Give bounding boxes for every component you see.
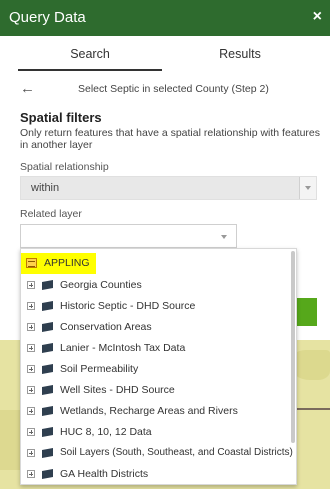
dropdown-scrollbar[interactable] [291, 251, 295, 443]
apply-button[interactable] [295, 298, 317, 326]
related-layer-dropdown: APPLING Georgia Counties Historic Septic… [20, 248, 297, 485]
layer-icon [42, 301, 53, 311]
dropdown-item[interactable]: Conservation Areas [21, 317, 289, 338]
layer-icon [42, 322, 53, 332]
map-road [293, 408, 330, 410]
dropdown-item-label: Georgia Counties [60, 279, 142, 291]
spatial-relationship-label: Spatial relationship [20, 161, 109, 173]
expand-icon[interactable] [27, 302, 35, 310]
dropdown-item-selected[interactable]: APPLING [21, 253, 96, 274]
chevron-down-icon[interactable] [299, 177, 316, 199]
expand-icon[interactable] [27, 407, 35, 415]
dropdown-item[interactable]: GA Health Districts [21, 464, 289, 484]
layer-icon [42, 406, 53, 416]
layer-icon [42, 280, 53, 290]
spatial-filters-description: Only return features that have a spatial… [20, 127, 320, 151]
tab-search[interactable]: Search [18, 47, 162, 71]
dropdown-item-label: Wetlands, Recharge Areas and Rivers [60, 405, 238, 417]
expand-icon[interactable] [27, 365, 35, 373]
dropdown-item[interactable]: Well Sites - DHD Source [21, 380, 289, 401]
dropdown-item-label: HUC 8, 10, 12 Data [60, 426, 152, 438]
expand-icon[interactable] [27, 428, 35, 436]
tab-results[interactable]: Results [168, 47, 312, 71]
related-layer-label: Related layer [20, 208, 82, 220]
expand-icon[interactable] [27, 281, 35, 289]
spatial-relationship-value: within [31, 182, 60, 194]
layer-icon [42, 427, 53, 437]
layer-icon [42, 343, 53, 353]
chevron-down-icon[interactable] [221, 235, 227, 239]
expand-icon[interactable] [27, 323, 35, 331]
layer-icon [42, 385, 53, 395]
layer-icon [42, 469, 53, 479]
dropdown-item-label: APPLING [44, 257, 90, 269]
layer-icon [42, 448, 53, 458]
expand-icon[interactable] [27, 344, 35, 352]
step-label: Select Septic in selected County (Step 2… [78, 83, 269, 95]
dropdown-item[interactable]: HUC 8, 10, 12 Data [21, 422, 289, 443]
dropdown-item[interactable]: Historic Septic - DHD Source [21, 296, 289, 317]
expand-icon[interactable] [27, 449, 35, 457]
dropdown-item[interactable]: Wetlands, Recharge Areas and Rivers [21, 401, 289, 422]
tab-bar: Search Results [0, 47, 330, 71]
layer-icon [42, 364, 53, 374]
dropdown-item-label: Soil Permeability [60, 363, 139, 375]
panel-header: Query Data × [0, 0, 330, 36]
panel-title: Query Data [9, 9, 86, 26]
back-arrow-icon[interactable]: ← [20, 80, 35, 97]
step-row: ← Select Septic in selected County (Step… [0, 80, 330, 100]
expand-icon[interactable] [27, 386, 35, 394]
dropdown-item[interactable]: Lanier - McIntosh Tax Data [21, 338, 289, 359]
dropdown-item-label: Well Sites - DHD Source [60, 384, 175, 396]
dropdown-item-label: Soil Layers (South, Southeast, and Coast… [60, 447, 293, 458]
dropdown-item-label: Conservation Areas [60, 321, 152, 333]
dropdown-item[interactable]: Soil Permeability [21, 359, 289, 380]
dropdown-item-label: GA Health Districts [60, 468, 149, 480]
dropdown-item[interactable]: Georgia Counties [21, 275, 289, 296]
dropdown-item-label: Lanier - McIntosh Tax Data [60, 342, 186, 354]
spatial-filters-title: Spatial filters [20, 110, 102, 125]
dropdown-item-label: Historic Septic - DHD Source [60, 300, 196, 312]
expand-icon[interactable] [27, 470, 35, 478]
related-layer-select[interactable] [20, 224, 237, 248]
spatial-relationship-select[interactable]: within [20, 176, 317, 200]
dropdown-item[interactable]: Soil Layers (South, Southeast, and Coast… [21, 443, 293, 464]
table-icon [26, 258, 37, 268]
close-icon[interactable]: × [313, 8, 322, 26]
